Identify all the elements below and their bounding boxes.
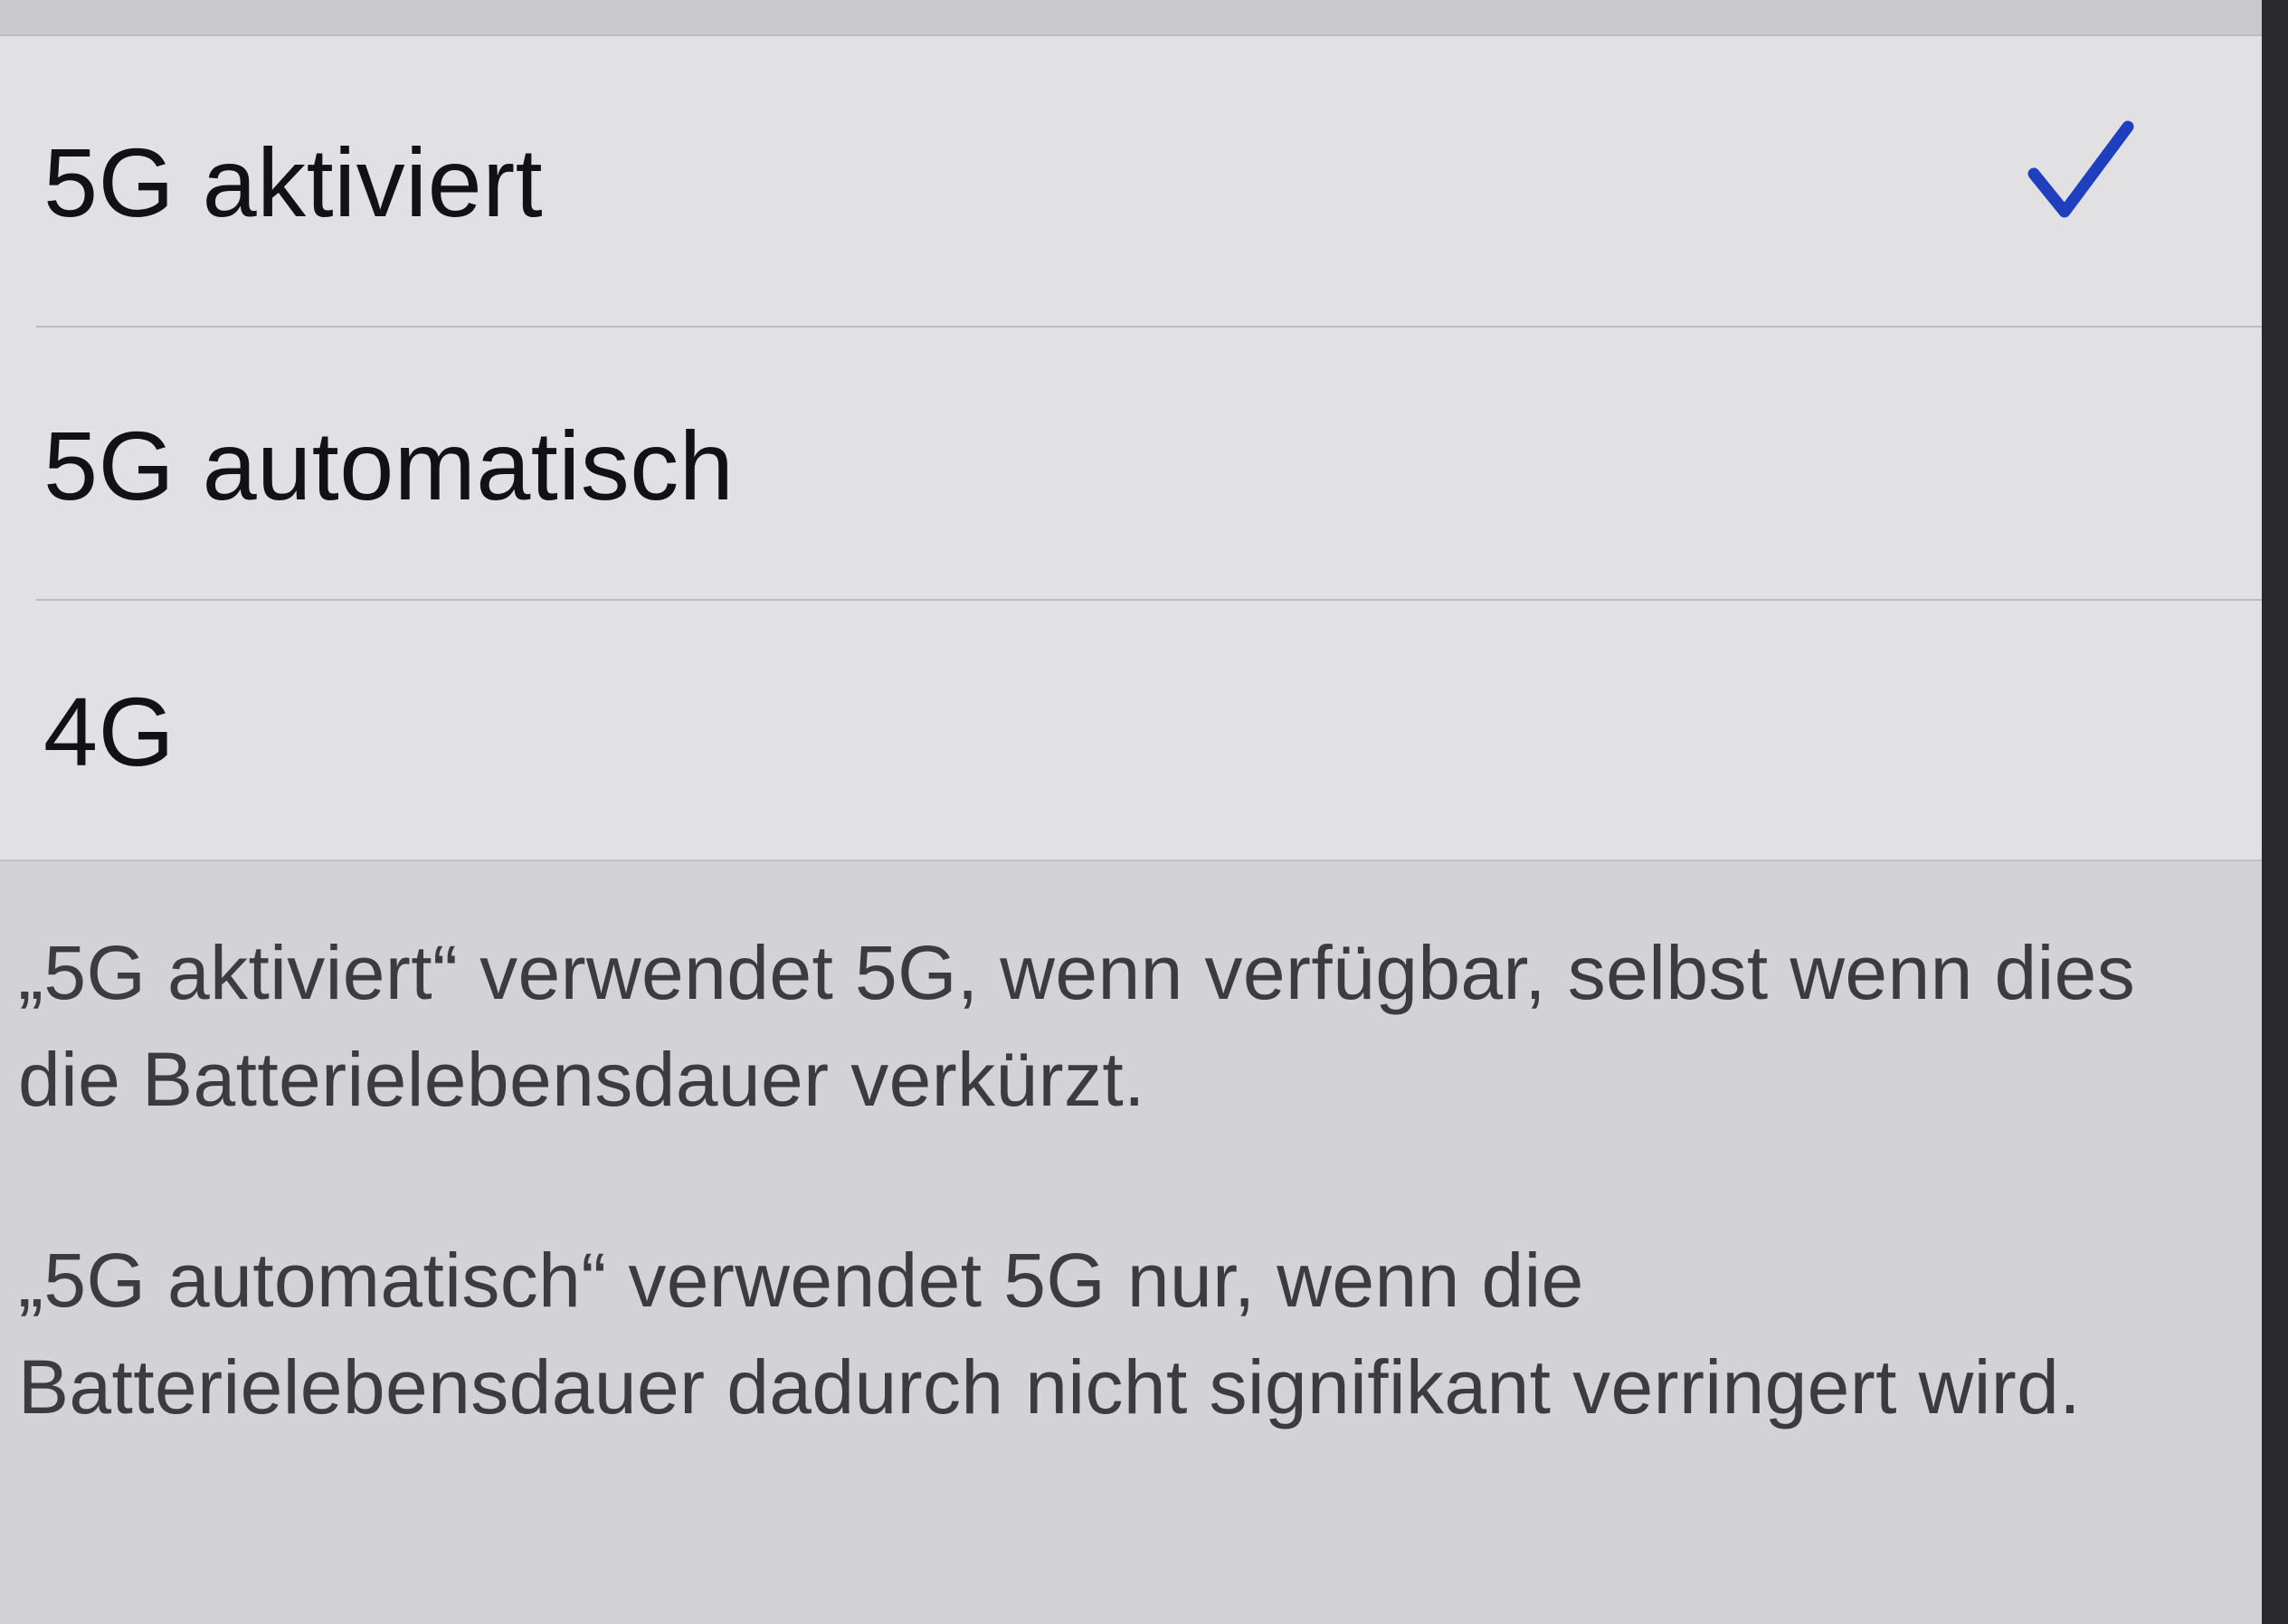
network-mode-list: 5G aktiviert 5G automatisch 4G [0, 36, 2271, 861]
row-separator [36, 599, 2271, 601]
option-4g[interactable]: 4G [0, 603, 2262, 859]
screen-edge [2262, 0, 2288, 1624]
row-separator [36, 326, 2271, 328]
option-label: 5G automatisch [43, 410, 735, 520]
top-section-background [0, 0, 2288, 36]
footer-description-5g-automatisch: „5G automatisch“ verwendet 5G nur, wenn … [18, 1238, 2082, 1429]
checkmark-icon [2027, 120, 2134, 218]
option-label: 5G aktiviert [43, 127, 544, 237]
option-5g-aktiviert[interactable]: 5G aktiviert [0, 36, 2262, 328]
footer-description-5g-aktiviert: „5G aktiviert“ verwendet 5G, wenn verfüg… [18, 930, 2136, 1122]
footer-explanation: „5G aktiviert“ verwendet 5G, wenn verfüg… [0, 861, 2288, 1624]
option-label: 4G [43, 676, 176, 786]
option-5g-automatisch[interactable]: 5G automatisch [0, 329, 2262, 601]
